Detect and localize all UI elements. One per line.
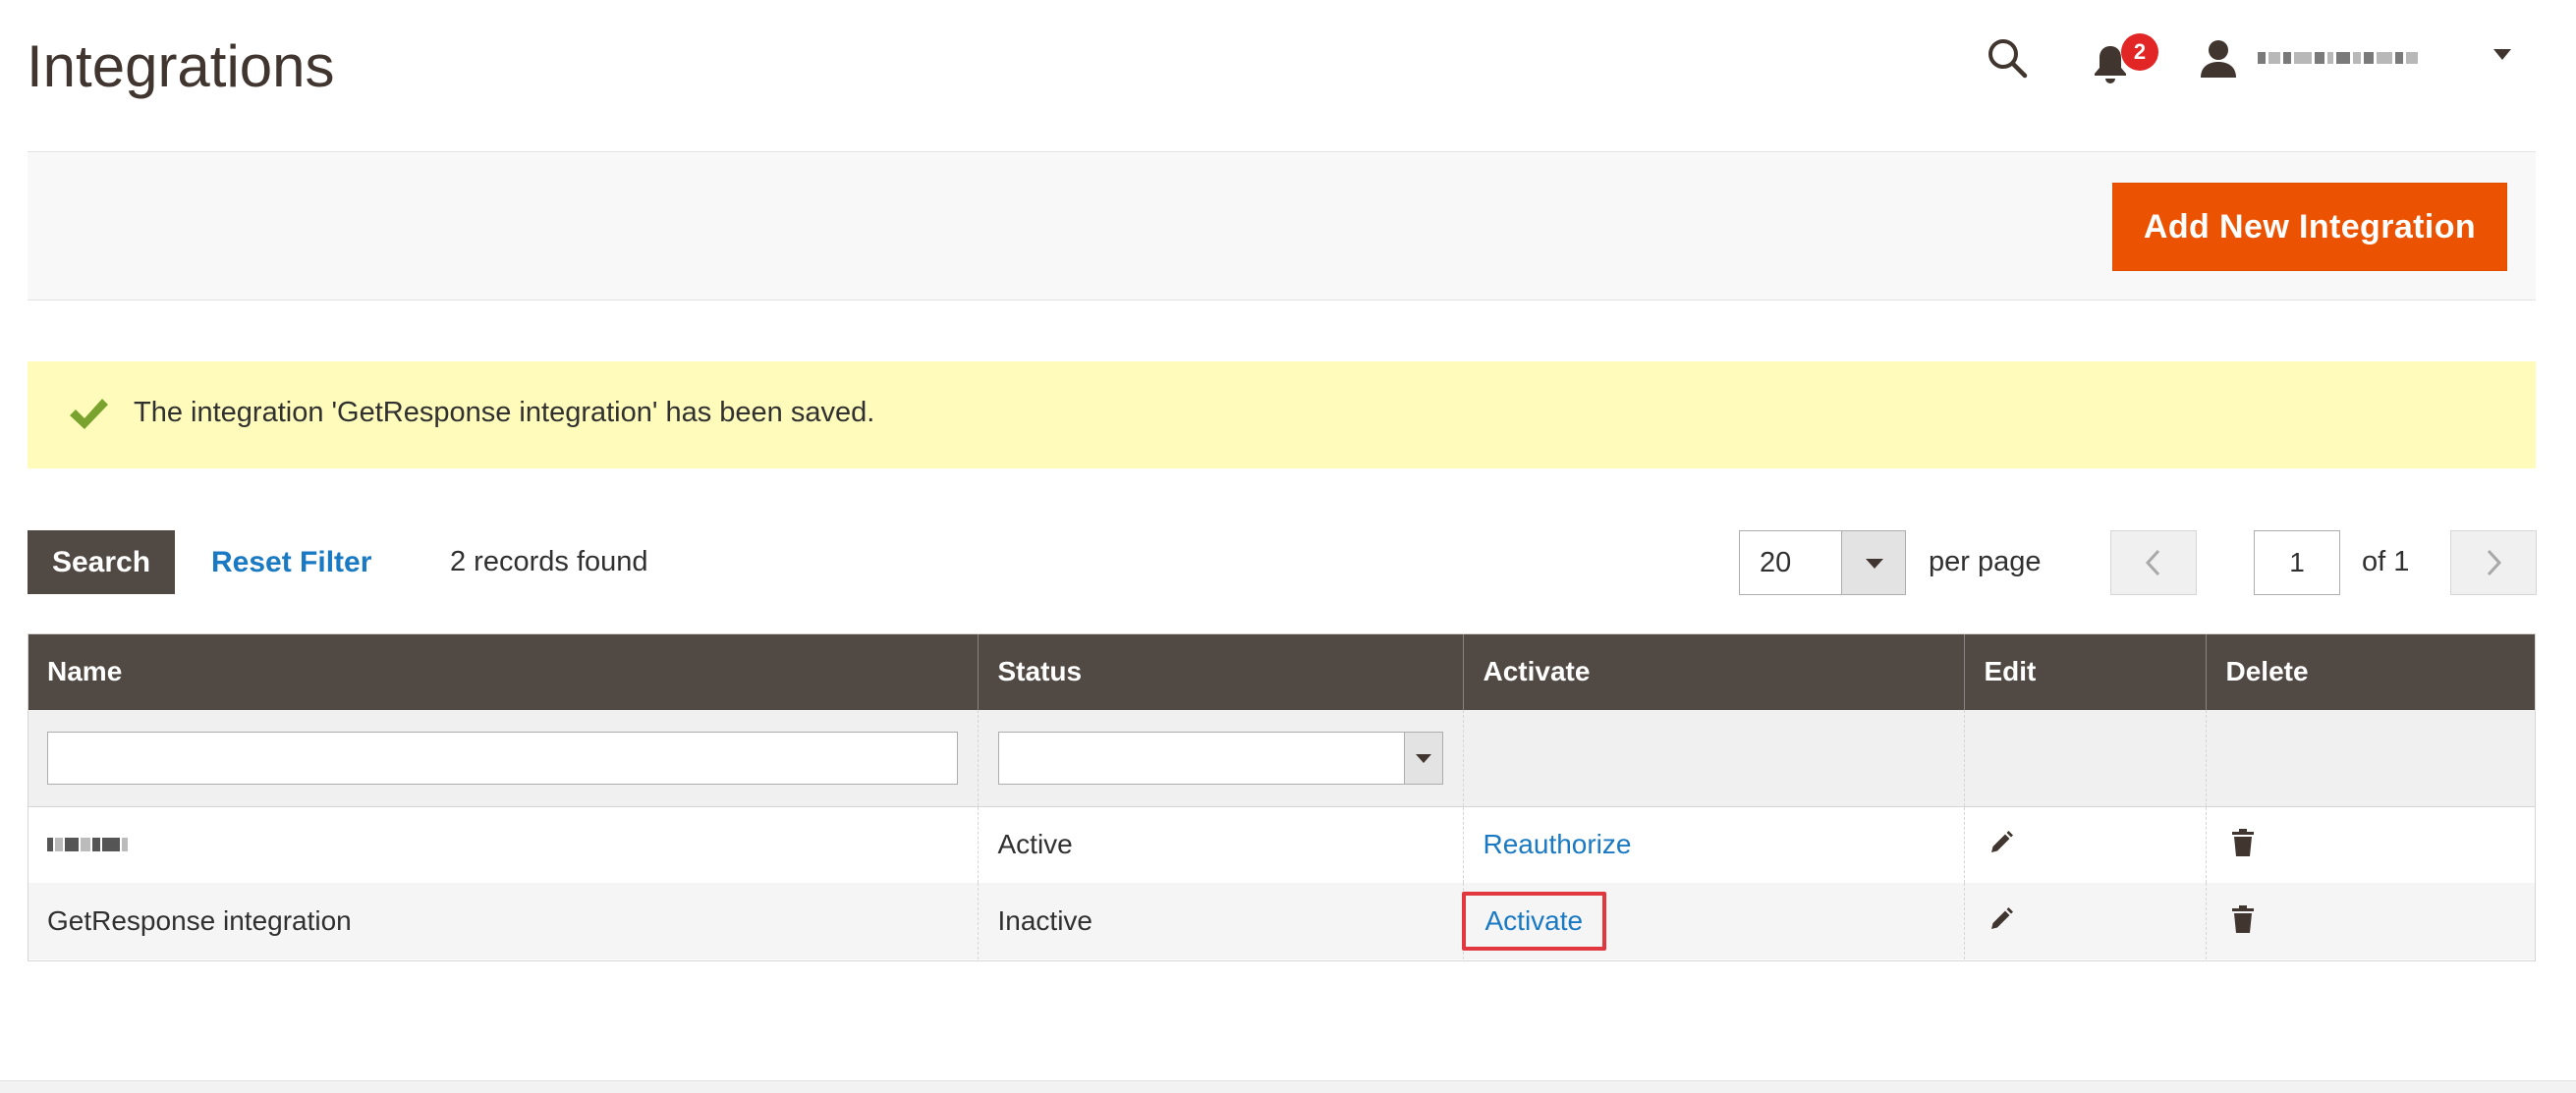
column-header-status[interactable]: Status — [977, 633, 1463, 710]
column-header-edit: Edit — [1963, 633, 2206, 710]
notifications-badge: 2 — [2121, 33, 2158, 71]
cell-name — [28, 806, 978, 883]
cell-delete — [2205, 806, 2536, 883]
trash-icon — [2231, 904, 2254, 933]
cell-delete — [2205, 883, 2536, 959]
name-filter-input[interactable] — [47, 731, 958, 785]
column-header-delete: Delete — [2205, 633, 2536, 710]
cell-activate: Activate — [1461, 883, 1964, 959]
reset-filter-link[interactable]: Reset Filter — [211, 546, 371, 579]
chevron-down-icon — [1403, 732, 1442, 784]
global-search-button[interactable] — [1983, 33, 2032, 82]
pencil-icon — [1990, 907, 2013, 929]
footer-divider — [0, 1080, 2576, 1093]
activate-link[interactable]: Activate — [1461, 892, 1607, 951]
chevron-left-icon — [2145, 549, 2160, 576]
cell-activate: Reauthorize — [1462, 806, 1964, 883]
current-page-input[interactable] — [2254, 530, 2340, 595]
table-row: Active Reauthorize — [28, 806, 2536, 883]
per-page-select[interactable]: 20 — [1739, 530, 1906, 595]
chevron-down-icon[interactable] — [1841, 531, 1905, 594]
success-message: The integration 'GetResponse integration… — [28, 361, 2536, 468]
username-redacted — [2258, 49, 2454, 67]
chevron-down-icon — [2493, 49, 2511, 60]
trash-icon — [2231, 828, 2254, 856]
integrations-grid: Name Status Activate Edit Delete Active … — [28, 633, 2536, 959]
cell-edit — [1963, 883, 2206, 959]
name-redacted — [47, 835, 958, 854]
user-icon — [2201, 40, 2236, 78]
edit-button[interactable] — [1985, 826, 2018, 859]
user-account-menu[interactable] — [2199, 35, 2513, 81]
chevron-right-icon — [2487, 549, 2502, 576]
cell-status: Inactive — [977, 883, 1463, 959]
pencil-icon — [1990, 831, 2013, 853]
search-icon — [1988, 39, 2028, 79]
column-header-activate: Activate — [1462, 633, 1964, 710]
column-header-name[interactable]: Name — [28, 633, 978, 710]
filter-row — [28, 710, 2536, 807]
delete-button[interactable] — [2226, 902, 2260, 936]
notifications-button[interactable]: 2 — [2091, 33, 2158, 88]
next-page-button[interactable] — [2450, 530, 2537, 595]
table-row: GetResponse integration Inactive Activat… — [28, 883, 2536, 959]
reauthorize-link[interactable]: Reauthorize — [1484, 829, 1632, 859]
edit-button[interactable] — [1985, 902, 2018, 936]
checkmark-icon — [70, 399, 108, 429]
per-page-value: 20 — [1760, 546, 1792, 578]
status-filter-select[interactable] — [997, 731, 1443, 785]
cell-edit — [1963, 806, 2206, 883]
records-found: 2 records found — [450, 546, 648, 577]
per-page-label: per page — [1929, 546, 2042, 577]
header-actions: 2 — [0, 0, 2576, 118]
cell-name: GetResponse integration — [28, 883, 978, 959]
search-button[interactable]: Search — [28, 530, 175, 594]
message-text: The integration 'GetResponse integration… — [134, 397, 875, 428]
delete-button[interactable] — [2226, 826, 2260, 859]
previous-page-button[interactable] — [2110, 530, 2197, 595]
total-pages: of 1 — [2362, 546, 2410, 577]
add-new-integration-button[interactable]: Add New Integration — [2112, 183, 2507, 271]
cell-status: Active — [977, 806, 1463, 883]
grid-header-row: Name Status Activate Edit Delete — [28, 633, 2536, 710]
